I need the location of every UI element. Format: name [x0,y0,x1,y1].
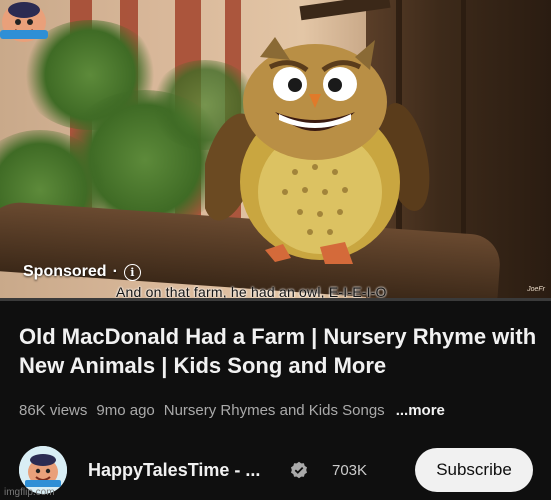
video-progress-bar[interactable] [0,298,551,301]
sponsored-text: Sponsored [23,263,107,280]
subscriber-count: 703K [332,462,368,479]
owl-character-image [205,37,430,264]
channel-row: HappyTalesTime - ... 703K Subscribe [0,442,551,500]
upload-age: 9mo ago [96,402,155,419]
channel-tag: Nursery Rhymes and Kids Songs [163,402,385,419]
channel-name[interactable]: HappyTalesTime - ... [88,460,260,481]
channel-logo-overlay [0,2,48,42]
sponsored-label: Sponsored · i [23,263,141,281]
separator-dot: · [112,263,118,280]
verified-badge-icon [291,461,307,479]
artist-signature: JoeFr [527,286,545,293]
subscribe-button[interactable]: Subscribe [415,448,533,492]
view-count: 86K views [19,402,88,419]
video-player[interactable]: Sponsored · i And on that farm, he had a… [0,0,551,300]
more-button[interactable]: ...more [396,402,445,419]
watermark: imgflip.com [4,487,55,498]
video-metadata[interactable]: 86K views 9mo ago Nursery Rhymes and Kid… [19,402,445,419]
video-title[interactable]: Old MacDonald Had a Farm | Nursery Rhyme… [19,322,539,380]
info-icon[interactable]: i [123,263,141,281]
